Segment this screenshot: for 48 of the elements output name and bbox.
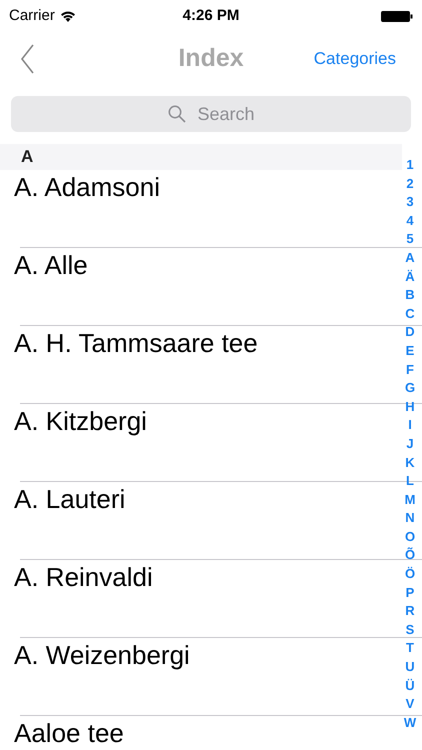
index-letter[interactable]: A bbox=[405, 248, 415, 268]
index-letter[interactable]: V bbox=[406, 695, 414, 714]
index-letter[interactable]: 2 bbox=[406, 174, 414, 194]
wifi-icon bbox=[60, 10, 76, 22]
index-letter[interactable]: Ä bbox=[405, 268, 415, 286]
index-letter[interactable]: K bbox=[405, 454, 415, 472]
index-letter[interactable]: R bbox=[405, 602, 415, 621]
index-letter[interactable]: F bbox=[406, 360, 414, 380]
carrier-name: Carrier bbox=[9, 6, 55, 26]
index-letter[interactable]: U bbox=[405, 658, 415, 677]
search-field[interactable]: Search bbox=[11, 96, 411, 132]
list-item[interactable]: A. Alle bbox=[14, 248, 88, 280]
index-letter[interactable]: E bbox=[406, 342, 414, 361]
index-letter[interactable]: I bbox=[408, 416, 412, 435]
list-item[interactable]: A. H. Tammsaare tee bbox=[14, 326, 258, 358]
categories-button[interactable]: Categories bbox=[314, 46, 396, 72]
list-item[interactable]: A. Reinvaldi bbox=[14, 560, 153, 592]
nav-title: Index bbox=[178, 43, 244, 74]
index-letter[interactable]: M bbox=[404, 490, 416, 510]
index-letter[interactable]: 4 bbox=[406, 212, 414, 230]
index-letter[interactable]: N bbox=[405, 509, 415, 528]
index-letter[interactable]: H bbox=[405, 398, 415, 416]
index-letter[interactable]: 1 bbox=[406, 156, 414, 175]
index-letter[interactable]: 3 bbox=[406, 193, 414, 212]
list-item[interactable]: A. Weizenbergi bbox=[14, 638, 190, 670]
index-letter[interactable]: 5 bbox=[406, 230, 414, 249]
index-letter[interactable]: B bbox=[405, 286, 415, 305]
index-letter[interactable]: W bbox=[404, 714, 416, 732]
list-item[interactable]: A. Adamsoni bbox=[14, 170, 160, 202]
index-letter[interactable]: S bbox=[406, 620, 414, 640]
list-item[interactable]: A. Lauteri bbox=[14, 482, 126, 514]
index-letter[interactable]: T bbox=[406, 639, 414, 658]
index-letter[interactable]: L bbox=[406, 472, 414, 491]
index-letter[interactable]: P bbox=[406, 584, 414, 602]
list-item[interactable]: A. Kitzbergi bbox=[14, 404, 147, 436]
index-letter[interactable]: O bbox=[404, 528, 416, 546]
index-letter[interactable]: Õ bbox=[404, 546, 416, 566]
battery-icon bbox=[380, 10, 413, 22]
search-icon bbox=[168, 105, 186, 123]
clock: 4:26 PM bbox=[182, 6, 240, 26]
index-letter[interactable]: Ü bbox=[405, 676, 415, 696]
list-item[interactable]: Aaloe tee bbox=[14, 716, 124, 748]
section-header: A bbox=[0, 144, 402, 170]
index-letter[interactable]: G bbox=[404, 379, 416, 398]
index-letter[interactable]: D bbox=[405, 323, 415, 342]
index-letter[interactable]: J bbox=[406, 434, 414, 454]
index-letter[interactable]: C bbox=[405, 304, 415, 324]
index-letter[interactable]: Ö bbox=[404, 565, 416, 584]
